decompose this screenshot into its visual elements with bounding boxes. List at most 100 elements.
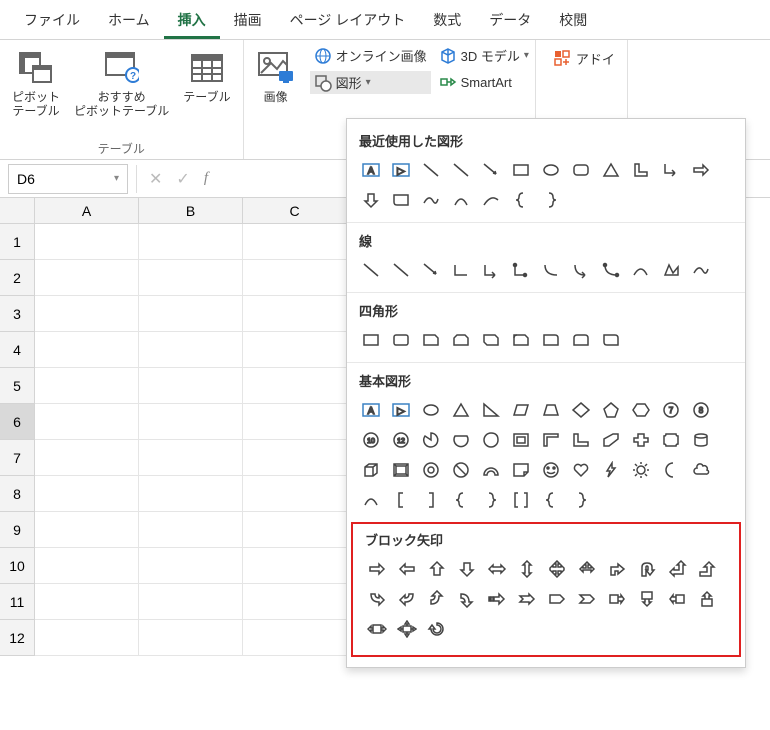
shapes-button[interactable]: 図形 ▾ [310, 71, 431, 94]
shape-snip-round[interactable] [507, 326, 535, 354]
shape-oval[interactable] [417, 396, 445, 424]
cell[interactable] [35, 476, 139, 512]
shape-right-arrow[interactable] [687, 156, 715, 184]
cell[interactable] [243, 224, 347, 260]
shape-cross[interactable] [627, 426, 655, 454]
shape-donut[interactable] [417, 456, 445, 484]
shape-brace-right[interactable] [537, 186, 565, 214]
shape-can[interactable] [687, 426, 715, 454]
cell[interactable] [139, 332, 243, 368]
shape-roundrect-2[interactable] [387, 186, 415, 214]
shape-teardrop[interactable] [477, 426, 505, 454]
tab-home[interactable]: ホーム [94, 4, 164, 39]
row-header[interactable]: 10 [0, 548, 35, 584]
shape-sun[interactable] [627, 456, 655, 484]
cell[interactable] [35, 620, 139, 656]
shape-callout-leftright[interactable] [363, 615, 391, 643]
shape-diamond[interactable] [567, 396, 595, 424]
row-header[interactable]: 9 [0, 512, 35, 548]
row-header[interactable]: 8 [0, 476, 35, 512]
shape-scribble[interactable] [687, 256, 715, 284]
shape-lightning[interactable] [597, 456, 625, 484]
shape-brace-pair-r[interactable] [567, 486, 595, 514]
shape-arrow-quad[interactable] [543, 555, 571, 583]
shape-bracket-right[interactable] [417, 486, 445, 514]
shape-callout-up[interactable] [693, 585, 721, 613]
shape-curve[interactable] [477, 186, 505, 214]
shape-freeform[interactable] [657, 256, 685, 284]
shape-freeform-curve[interactable] [627, 256, 655, 284]
shape-arrow-pentagon[interactable] [543, 585, 571, 613]
shape-line[interactable] [387, 256, 415, 284]
shape-line-arr[interactable] [447, 156, 475, 184]
shape-arrow-uturn[interactable] [633, 555, 661, 583]
shape-arrow-curved-left[interactable] [393, 585, 421, 613]
shape-plaque[interactable] [657, 426, 685, 454]
shape-octagon[interactable]: 8 [687, 396, 715, 424]
shape-round2[interactable] [567, 326, 595, 354]
cell[interactable] [35, 296, 139, 332]
shape-pie[interactable] [417, 426, 445, 454]
shape-elbow-arrow[interactable] [657, 156, 685, 184]
shape-l-shape[interactable] [567, 426, 595, 454]
shape-dodecagon[interactable]: 12 [387, 426, 415, 454]
cell[interactable] [35, 548, 139, 584]
cell[interactable] [243, 620, 347, 656]
shape-folded-corner[interactable] [507, 456, 535, 484]
cell[interactable] [243, 476, 347, 512]
shape-line[interactable] [357, 256, 385, 284]
row-header[interactable]: 3 [0, 296, 35, 332]
shape-arrow-curved-down[interactable] [453, 585, 481, 613]
shape-scribble[interactable] [417, 186, 445, 214]
shape-snip-diag[interactable] [477, 326, 505, 354]
shape-arrow-curved-up[interactable] [423, 585, 451, 613]
cell[interactable] [139, 368, 243, 404]
3d-model-button[interactable]: 3D モデル ▾ [435, 44, 533, 67]
tab-layout[interactable]: ページ レイアウト [276, 4, 420, 39]
tab-formula[interactable]: 数式 [419, 4, 475, 39]
shape-bracket-left[interactable] [387, 486, 415, 514]
shape-line-arrow[interactable] [417, 256, 445, 284]
shape-textbox-h[interactable]: A [357, 156, 385, 184]
online-images-button[interactable]: オンライン画像 [310, 44, 431, 67]
shape-arrow-up[interactable] [423, 555, 451, 583]
shape-cube[interactable] [357, 456, 385, 484]
pivot-table-button[interactable]: ピボット テーブル [8, 46, 64, 121]
cell[interactable] [35, 404, 139, 440]
shape-circular-arrow[interactable] [423, 615, 451, 643]
tab-data[interactable]: データ [475, 4, 545, 39]
row-header[interactable]: 7 [0, 440, 35, 476]
shape-arrow-curved-right[interactable] [363, 585, 391, 613]
smartart-button[interactable]: SmartArt [435, 71, 533, 93]
cell[interactable] [243, 584, 347, 620]
cell[interactable] [243, 296, 347, 332]
enter-icon[interactable]: ✓ [176, 169, 189, 189]
shape-arrow-bentup[interactable] [693, 555, 721, 583]
shape-arrow-line[interactable] [477, 156, 505, 184]
cell[interactable] [139, 440, 243, 476]
cell[interactable] [243, 512, 347, 548]
tab-draw[interactable]: 描画 [220, 4, 276, 39]
cell[interactable] [139, 584, 243, 620]
cell[interactable] [243, 368, 347, 404]
cell[interactable] [139, 260, 243, 296]
cell[interactable] [243, 260, 347, 296]
shape-callout-left[interactable] [663, 585, 691, 613]
shape-arrow-bent[interactable] [603, 555, 631, 583]
col-header[interactable]: A [35, 198, 139, 224]
shape-l[interactable] [627, 156, 655, 184]
shape-moon[interactable] [657, 456, 685, 484]
shape-arrow-leftup[interactable] [663, 555, 691, 583]
shape-oval[interactable] [537, 156, 565, 184]
row-header[interactable]: 6 [0, 404, 35, 440]
shape-arrow-right[interactable] [363, 555, 391, 583]
shape-heptagon[interactable]: 7 [657, 396, 685, 424]
cell[interactable] [35, 584, 139, 620]
shape-brace-left[interactable] [507, 186, 535, 214]
shape-snip1[interactable] [417, 326, 445, 354]
shape-elbow[interactable] [447, 256, 475, 284]
cell[interactable] [35, 260, 139, 296]
shape-brace-pair-l[interactable] [537, 486, 565, 514]
cancel-icon[interactable]: ✕ [149, 169, 162, 189]
shape-callout-right[interactable] [603, 585, 631, 613]
